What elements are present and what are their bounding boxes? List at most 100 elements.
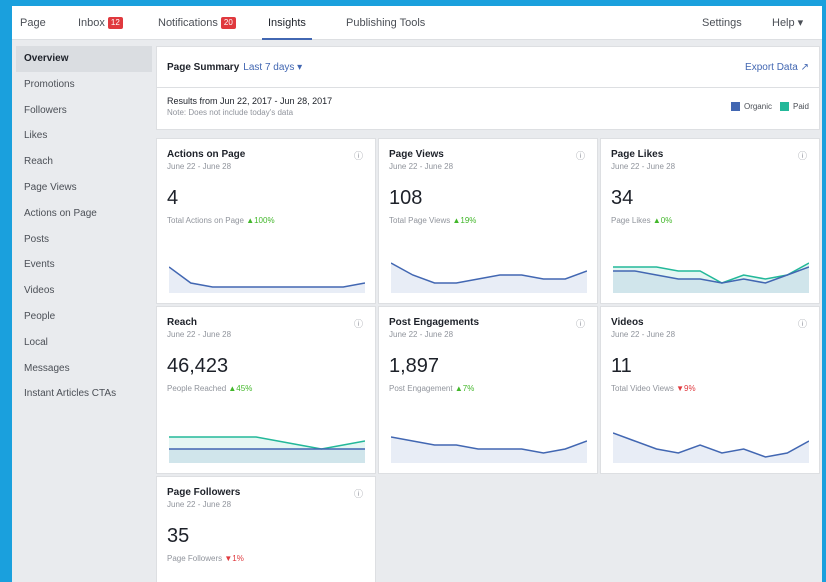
organic-series-area (613, 433, 809, 463)
info-icon[interactable]: ⓘ (798, 149, 807, 162)
card-change: ▲19% (452, 216, 477, 225)
card-value: 1,897 (389, 355, 440, 377)
nav-inbox[interactable]: Inbox 12 (78, 6, 123, 40)
nav-page-label: Page (20, 16, 46, 29)
results-note: Note: Does not include today's data (167, 108, 294, 117)
info-icon[interactable]: ⓘ (576, 317, 585, 330)
info-icon[interactable]: ⓘ (354, 487, 363, 500)
sparkline-chart (613, 262, 809, 293)
info-icon[interactable]: ⓘ (354, 317, 363, 330)
card-value: 4 (167, 187, 179, 209)
legend-paid-swatch (779, 102, 789, 111)
card-title: Page Followers (167, 487, 241, 498)
nav-notifications[interactable]: Notifications 20 (158, 6, 236, 40)
nav-insights-label: Insights (268, 16, 306, 29)
card-videos[interactable]: Videos June 22 - June 28 ⓘ 11 Total Vide… (600, 306, 820, 474)
sparkline-chart (169, 266, 365, 293)
card-post-engagements[interactable]: Post Engagements June 22 - June 28 ⓘ 1,8… (378, 306, 598, 474)
sidebar-item-label: Videos (24, 285, 55, 297)
legend-organic: Organic (730, 102, 772, 111)
card-description: Page Likes ▲0% (611, 216, 809, 225)
sidebar-item-label: Followers (24, 104, 67, 116)
sidebar-item-events[interactable]: Events (16, 252, 152, 278)
card-change: ▲100% (246, 216, 275, 225)
card-actions-on-page[interactable]: Actions on Page June 22 - June 28 ⓘ 4 To… (156, 138, 376, 304)
nav-settings[interactable]: Settings (702, 6, 742, 40)
legend-organic-swatch (730, 102, 740, 111)
card-title: Reach (167, 317, 198, 328)
sidebar-item-local[interactable]: Local (16, 330, 152, 356)
card-change: ▲0% (652, 216, 673, 225)
legend: Organic Paid (723, 102, 809, 111)
nav-notifications-label: Notifications (158, 16, 218, 29)
card-desc-text: Total Video Views (611, 384, 674, 393)
sidebar-item-posts[interactable]: Posts (16, 227, 152, 253)
sidebar-item-promotions[interactable]: Promotions (16, 72, 152, 98)
sidebar-item-reach[interactable]: Reach (16, 149, 152, 175)
sidebar: Overview Promotions Followers Likes Reac… (16, 46, 152, 407)
nav-help[interactable]: Help ▾ (772, 6, 803, 40)
card-value: 108 (389, 187, 423, 209)
sidebar-item-actions-on-page[interactable]: Actions on Page (16, 201, 152, 227)
info-icon[interactable]: ⓘ (576, 149, 585, 162)
sparkline-chart (391, 436, 587, 463)
sidebar-item-label: Local (24, 336, 48, 348)
results-range-text: Results from Jun 22, 2017 - Jun 28, 2017 (167, 96, 333, 106)
card-description: Page Followers ▼1% (167, 554, 365, 563)
card-page-views[interactable]: Page Views June 22 - June 28 ⓘ 108 Total… (378, 138, 598, 304)
nav-settings-label: Settings (702, 16, 742, 29)
info-icon[interactable]: ⓘ (354, 149, 363, 162)
sidebar-item-instant-articles-ctas[interactable]: Instant Articles CTAs (16, 381, 152, 407)
nav-publishing-tools[interactable]: Publishing Tools (346, 6, 425, 40)
sidebar-item-label: Instant Articles CTAs (24, 388, 117, 400)
card-date: June 22 - June 28 (611, 162, 676, 171)
card-description: People Reached ▲45% (167, 384, 365, 393)
card-date: June 22 - June 28 (167, 330, 232, 339)
card-desc-text: People Reached (167, 384, 227, 393)
sidebar-item-messages[interactable]: Messages (16, 356, 152, 382)
date-range-dropdown[interactable]: Last 7 days ▾ (243, 62, 302, 73)
sidebar-item-followers[interactable]: Followers (16, 98, 152, 124)
sidebar-item-label: Posts (24, 233, 50, 245)
top-nav: Page Inbox 12 Notifications 20 Insights Pu… (12, 6, 822, 40)
card-value: 35 (167, 525, 190, 547)
sidebar-item-label: Overview (24, 53, 69, 64)
nav-inbox-label: Inbox (78, 16, 105, 29)
card-desc-text: Page Likes (611, 216, 651, 225)
card-page-likes[interactable]: Page Likes June 22 - June 28 ⓘ 34 Page L… (600, 138, 820, 304)
organic-series-area (169, 267, 365, 293)
notifications-badge: 20 (220, 16, 236, 29)
card-title: Videos (611, 317, 644, 328)
card-page-followers[interactable]: Page Followers June 22 - June 28 ⓘ 35 Pa… (156, 476, 376, 582)
card-description: Total Actions on Page ▲100% (167, 216, 365, 225)
nav-insights[interactable]: Insights (262, 6, 312, 40)
organic-series-area (169, 449, 365, 463)
card-date: June 22 - June 28 (167, 500, 232, 509)
organic-series-line (169, 266, 365, 288)
sidebar-item-likes[interactable]: Likes (16, 123, 152, 149)
card-reach[interactable]: Reach June 22 - June 28 ⓘ 46,423 People … (156, 306, 376, 474)
sidebar-item-label: Page Views (24, 181, 77, 193)
sidebar-item-overview[interactable]: Overview (16, 46, 152, 72)
card-value: 11 (611, 355, 632, 377)
sparkline-chart (391, 262, 587, 293)
sidebar-item-label: Promotions (24, 78, 75, 90)
legend-paid-label: Paid (792, 102, 809, 111)
sidebar-item-label: Messages (24, 362, 70, 374)
sidebar-item-people[interactable]: People (16, 304, 152, 330)
card-title: Page Views (389, 149, 444, 160)
nav-publishing-tools-label: Publishing Tools (346, 16, 426, 29)
card-desc-text: Total Actions on Page (167, 216, 244, 225)
sidebar-item-videos[interactable]: Videos (16, 278, 152, 304)
results-bar: Results from Jun 22, 2017 - Jun 28, 2017… (156, 88, 820, 130)
nav-help-label: Help ▾ (772, 17, 804, 29)
export-data-link[interactable]: Export Data ↗ (745, 62, 809, 73)
sidebar-item-page-views[interactable]: Page Views (16, 175, 152, 201)
card-title: Page Likes (611, 149, 664, 160)
app-frame: Page Inbox 12 Notifications 20 Insights Pu… (12, 6, 822, 582)
nav-page[interactable]: Page (20, 6, 46, 40)
sidebar-item-label: Likes (24, 130, 48, 142)
page-summary-title: Page Summary (167, 61, 240, 73)
card-description: Total Video Views ▼9% (611, 384, 809, 393)
info-icon[interactable]: ⓘ (798, 317, 807, 330)
